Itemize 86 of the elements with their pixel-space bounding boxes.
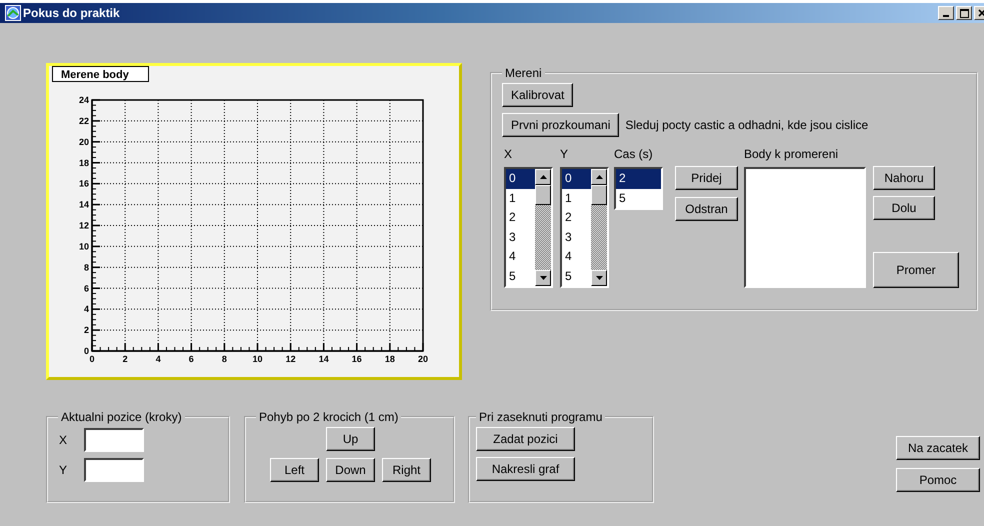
y-tick-label: 4 bbox=[84, 304, 89, 314]
list-item[interactable]: 0 bbox=[562, 169, 591, 188]
up-arrow-icon bbox=[540, 175, 546, 179]
action-button[interactable]: Nakresli graf bbox=[476, 457, 575, 481]
x-tick-label: 18 bbox=[384, 354, 395, 364]
points-list[interactable] bbox=[744, 167, 866, 288]
chart-title: Merene body bbox=[61, 69, 130, 81]
direction-button[interactable]: Right bbox=[382, 458, 431, 482]
scroll-thumb[interactable] bbox=[535, 185, 551, 205]
list-item[interactable]: 4 bbox=[506, 247, 535, 266]
side-button[interactable]: Na zacatek bbox=[896, 436, 980, 460]
list-item[interactable]: 2 bbox=[616, 169, 661, 188]
list-item[interactable]: 4 bbox=[562, 247, 591, 266]
list-label: Y bbox=[560, 147, 568, 163]
x-tick-label: 6 bbox=[188, 354, 194, 364]
input-field[interactable] bbox=[84, 458, 144, 482]
list-item[interactable]: 2 bbox=[506, 208, 535, 228]
list-item[interactable]: 0 bbox=[506, 169, 535, 188]
x-tick-label: 10 bbox=[252, 354, 262, 364]
explore-button[interactable]: Prvni prozkoumani bbox=[502, 113, 620, 137]
x-tick-label: 16 bbox=[352, 354, 362, 364]
globe-icon bbox=[5, 5, 21, 21]
scrollbar[interactable] bbox=[535, 169, 551, 286]
chart-title: Merene body bbox=[52, 66, 149, 82]
down-arrow-icon bbox=[596, 276, 602, 280]
group-title: Pri zaseknuti programu bbox=[478, 410, 604, 424]
down-arrow-icon bbox=[540, 276, 546, 280]
y-tick-label: 8 bbox=[84, 262, 89, 272]
x-tick-label: 8 bbox=[222, 354, 227, 364]
calibrate-button[interactable]: Kalibrovat bbox=[502, 83, 574, 107]
hint-text: Sleduj pocty castic a odhadni, kde jsou cislice bbox=[625, 118, 868, 132]
x-tick-label: 0 bbox=[90, 354, 94, 364]
maximize-icon bbox=[960, 8, 968, 18]
add-button[interactable]: Pridej bbox=[675, 166, 738, 190]
up-button[interactable]: Up bbox=[326, 427, 375, 451]
y-tick-label: 6 bbox=[84, 283, 89, 294]
group-title: Aktualni pozice (kroky) bbox=[60, 410, 183, 424]
y-tick-label: 20 bbox=[78, 136, 89, 147]
y-list[interactable]: 0 1 2 3 4 5 bbox=[560, 167, 609, 288]
list-item[interactable]: 1 bbox=[506, 188, 535, 208]
list-label: Cas (s) bbox=[614, 147, 653, 163]
group-title: Mereni bbox=[504, 66, 543, 80]
list-item[interactable]: 3 bbox=[506, 228, 535, 247]
list-item[interactable]: 2 bbox=[562, 208, 591, 228]
field-label: X bbox=[58, 433, 68, 447]
list-item[interactable]: 3 bbox=[562, 228, 591, 247]
minimize-button[interactable] bbox=[938, 6, 954, 20]
move-up-button[interactable]: Nahoru bbox=[873, 166, 935, 190]
list-item[interactable]: 1 bbox=[562, 188, 591, 208]
y-tick-label: 2 bbox=[84, 325, 89, 336]
list-label: X bbox=[504, 147, 512, 163]
x-tick-label: 12 bbox=[286, 354, 296, 364]
y-tick-label: 0 bbox=[84, 346, 89, 356]
action-button[interactable]: Zadat pozici bbox=[476, 427, 575, 451]
maximize-button[interactable] bbox=[956, 6, 972, 20]
up-arrow-icon bbox=[596, 175, 602, 179]
direction-button[interactable]: Left bbox=[270, 458, 319, 482]
move-down-button[interactable]: Dolu bbox=[873, 196, 935, 220]
time-list[interactable]: 2 5 bbox=[614, 167, 663, 210]
scrollbar[interactable] bbox=[591, 169, 607, 286]
list-label: Body k promereni bbox=[744, 147, 838, 163]
y-tick-label: 14 bbox=[78, 200, 89, 210]
list-item[interactable]: 5 bbox=[616, 188, 661, 208]
y-tick-label: 18 bbox=[78, 158, 89, 168]
y-tick-label: 24 bbox=[78, 95, 89, 105]
x-tick-label: 14 bbox=[318, 354, 329, 364]
direction-button[interactable]: Down bbox=[326, 458, 375, 482]
measure-button[interactable]: Promer bbox=[873, 252, 959, 288]
y-tick-label: 22 bbox=[78, 116, 89, 126]
y-tick-label: 10 bbox=[78, 241, 89, 252]
close-icon bbox=[978, 9, 984, 17]
x-tick-label: 2 bbox=[122, 354, 128, 364]
x-list[interactable]: 0 1 2 3 4 5 bbox=[504, 167, 553, 288]
window-title: Pokus do praktik bbox=[23, 6, 120, 20]
side-button[interactable]: Pomoc bbox=[896, 468, 980, 492]
list-item[interactable]: 5 bbox=[562, 266, 591, 286]
x-tick-label: 20 bbox=[418, 354, 428, 364]
group-title: Pohyb po 2 krocich (1 cm) bbox=[258, 410, 400, 424]
y-tick-label: 16 bbox=[78, 178, 89, 189]
input-field[interactable] bbox=[84, 428, 144, 452]
field-label: Y bbox=[58, 463, 68, 477]
y-tick-label: 12 bbox=[78, 220, 89, 230]
remove-button[interactable]: Odstran bbox=[675, 197, 738, 221]
x-tick-label: 4 bbox=[156, 354, 161, 364]
scroll-thumb[interactable] bbox=[591, 185, 607, 205]
list-item[interactable]: 5 bbox=[506, 266, 535, 286]
